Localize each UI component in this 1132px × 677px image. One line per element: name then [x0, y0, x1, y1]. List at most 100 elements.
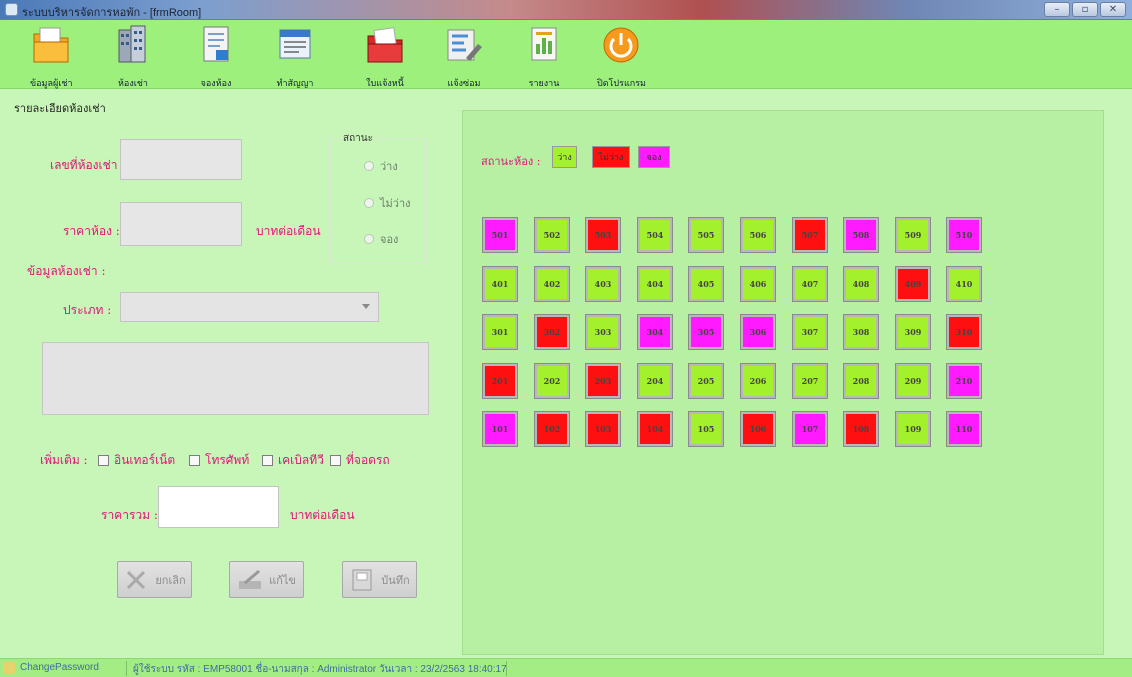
room-106-button[interactable]: 106: [740, 411, 776, 447]
room-no-label: เลขที่ห้องเช่า :: [50, 158, 126, 172]
room-410-button[interactable]: 410: [946, 266, 982, 302]
room-202-button[interactable]: 202: [534, 363, 570, 399]
room-504-button[interactable]: 504: [637, 217, 673, 253]
room-407-button[interactable]: 407: [792, 266, 828, 302]
room-103-button[interactable]: 103: [585, 411, 621, 447]
room-203-button[interactable]: 203: [585, 363, 621, 399]
room-206-button[interactable]: 206: [740, 363, 776, 399]
room-309-button[interactable]: 309: [895, 314, 931, 350]
extra-cable-tv-checkbox[interactable]: เคเบิลทีวี: [262, 451, 324, 470]
room-205-button[interactable]: 205: [688, 363, 724, 399]
toolbar-report[interactable]: รายงาน: [524, 22, 564, 89]
room-402-button[interactable]: 402: [534, 266, 570, 302]
room-409-button[interactable]: 409: [895, 266, 931, 302]
cancel-button[interactable]: ยกเลิก: [117, 561, 192, 598]
room-108-button[interactable]: 108: [843, 411, 879, 447]
extra-parking-checkbox[interactable]: ที่จอดรถ: [330, 451, 390, 470]
room-307-button[interactable]: 307: [792, 314, 828, 350]
radio-label: ไม่ว่าง: [380, 197, 411, 210]
status-bar: ChangePassword ผู้ใช้ระบบ รหัส : EMP5800…: [0, 658, 1132, 677]
total-field[interactable]: [158, 486, 279, 528]
toolbar-repair[interactable]: แจ้งซ่อม: [444, 22, 484, 89]
toolbar-label: ทำสัญญา: [276, 79, 314, 89]
status-radio-free[interactable]: ว่าง: [364, 157, 398, 175]
room-no-field[interactable]: [120, 139, 242, 180]
type-label: ประเภท :: [63, 303, 112, 317]
room-301-button[interactable]: 301: [482, 314, 518, 350]
room-502-button[interactable]: 502: [534, 217, 570, 253]
room-status-label: สถานะห้อง :: [481, 155, 541, 168]
room-506-button[interactable]: 506: [740, 217, 776, 253]
minimize-button[interactable]: –: [1044, 2, 1070, 17]
toolbar-exit[interactable]: ปิดโปรแกรม: [597, 22, 646, 89]
room-107-button[interactable]: 107: [792, 411, 828, 447]
invoice-folder-icon: [365, 24, 405, 66]
booking-document-icon: [196, 24, 236, 66]
room-404-button[interactable]: 404: [637, 266, 673, 302]
toolbar-label: แจ้งซ่อม: [447, 79, 481, 89]
room-210-button[interactable]: 210: [946, 363, 982, 399]
room-208-button[interactable]: 208: [843, 363, 879, 399]
room-508-button[interactable]: 508: [843, 217, 879, 253]
restore-button[interactable]: ▫: [1072, 2, 1098, 17]
extra-phone-checkbox[interactable]: โทรศัพท์: [189, 451, 249, 470]
room-109-button[interactable]: 109: [895, 411, 931, 447]
radio-dot: [364, 234, 374, 244]
legend-reserved: จอง: [638, 146, 670, 168]
toolbar-contract[interactable]: ทำสัญญา: [275, 22, 315, 89]
window-title: ระบบบริหารจัดการหอพัก - [frmRoom]: [22, 7, 202, 19]
room-505-button[interactable]: 505: [688, 217, 724, 253]
edit-button[interactable]: แก้ไข: [229, 561, 304, 598]
divider: [126, 661, 127, 676]
price-field[interactable]: [120, 202, 242, 246]
room-403-button[interactable]: 403: [585, 266, 621, 302]
room-510-button[interactable]: 510: [946, 217, 982, 253]
key-icon: [3, 662, 15, 674]
room-406-button[interactable]: 406: [740, 266, 776, 302]
extra-internet-checkbox[interactable]: อินเทอร์เน็ต: [98, 451, 175, 470]
extras-label: เพิ่มเติม :: [40, 453, 88, 467]
room-304-button[interactable]: 304: [637, 314, 673, 350]
save-label: บันทึก: [381, 573, 410, 587]
close-button[interactable]: ✕: [1100, 2, 1126, 17]
chevron-down-icon: [362, 304, 370, 309]
room-204-button[interactable]: 204: [637, 363, 673, 399]
room-405-button[interactable]: 405: [688, 266, 724, 302]
change-password-link[interactable]: ChangePassword: [20, 662, 99, 673]
room-207-button[interactable]: 207: [792, 363, 828, 399]
room-209-button[interactable]: 209: [895, 363, 931, 399]
toolbar-rooms[interactable]: ห้องเช่า: [113, 22, 153, 89]
room-503-button[interactable]: 503: [585, 217, 621, 253]
type-select[interactable]: [120, 292, 379, 322]
status-radio-occupied[interactable]: ไม่ว่าง: [364, 194, 411, 212]
toolbar-invoice[interactable]: ใบแจ้งหนี้: [365, 22, 405, 89]
details-textarea[interactable]: [42, 342, 429, 415]
save-icon: [349, 567, 375, 593]
room-507-button[interactable]: 507: [792, 217, 828, 253]
room-302-button[interactable]: 302: [534, 314, 570, 350]
toolbar-label: ข้อมูลผู้เช่า: [30, 79, 73, 89]
room-509-button[interactable]: 509: [895, 217, 931, 253]
room-306-button[interactable]: 306: [740, 314, 776, 350]
room-401-button[interactable]: 401: [482, 266, 518, 302]
room-305-button[interactable]: 305: [688, 314, 724, 350]
room-501-button[interactable]: 501: [482, 217, 518, 253]
room-110-button[interactable]: 110: [946, 411, 982, 447]
room-102-button[interactable]: 102: [534, 411, 570, 447]
edit-label: แก้ไข: [269, 573, 296, 587]
report-icon: [524, 24, 564, 66]
room-101-button[interactable]: 101: [482, 411, 518, 447]
room-408-button[interactable]: 408: [843, 266, 879, 302]
room-201-button[interactable]: 201: [482, 363, 518, 399]
room-105-button[interactable]: 105: [688, 411, 724, 447]
room-303-button[interactable]: 303: [585, 314, 621, 350]
room-310-button[interactable]: 310: [946, 314, 982, 350]
room-104-button[interactable]: 104: [637, 411, 673, 447]
checkbox-label: โทรศัพท์: [205, 453, 250, 467]
room-308-button[interactable]: 308: [843, 314, 879, 350]
status-radio-reserved[interactable]: จอง: [364, 230, 398, 248]
toolbar-tenant-info[interactable]: ข้อมูลผู้เช่า: [30, 22, 73, 89]
save-button[interactable]: บันทึก: [342, 561, 417, 598]
toolbar-booking[interactable]: จองห้อง: [196, 22, 236, 89]
edit-icon: [237, 567, 263, 593]
